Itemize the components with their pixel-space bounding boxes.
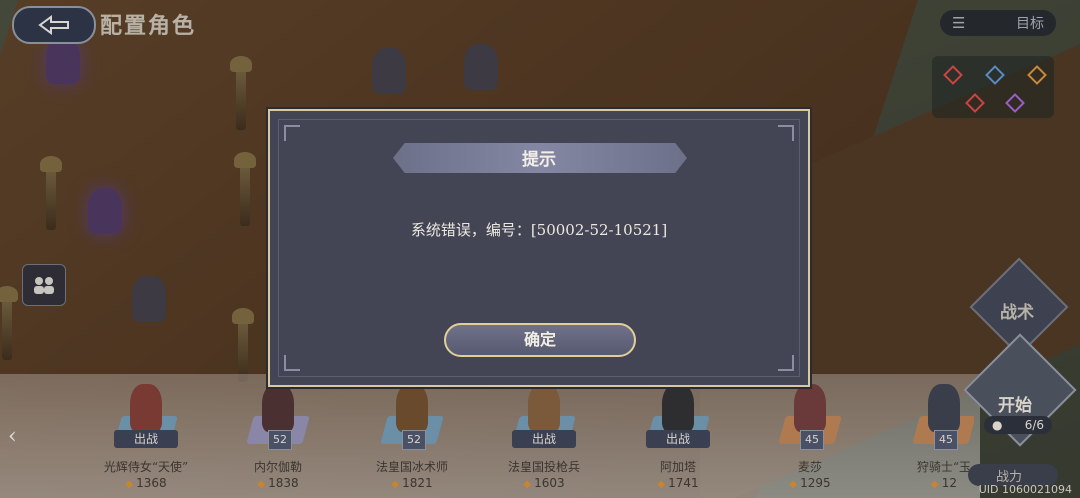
corner-ornament-icon — [778, 125, 794, 141]
target-button[interactable]: ☰ 目标 — [940, 10, 1056, 36]
character-power: 1603 — [484, 476, 604, 490]
deploy-badge: 出战 — [512, 430, 576, 448]
back-button[interactable] — [12, 6, 96, 44]
enemy-marker-icon — [943, 65, 963, 85]
character-sprite — [262, 384, 294, 432]
character-sprite — [396, 384, 428, 432]
character-name: 内尔伽勒 — [253, 460, 302, 474]
deploy-badge: 出战 — [646, 430, 710, 448]
roster-card[interactable]: 出战 光辉侍女“天使” 1368 — [86, 380, 206, 492]
corner-ornament-icon — [284, 125, 300, 141]
squad-button[interactable] — [22, 264, 66, 306]
roster-card[interactable]: 45 麦莎 1295 — [750, 380, 870, 492]
character-sprite — [528, 384, 560, 432]
character-sprite — [662, 384, 694, 432]
deploy-count-value: 6/6 — [1024, 418, 1044, 432]
minimap[interactable] — [932, 56, 1054, 118]
enemy-marker-icon — [1005, 93, 1025, 113]
character-power: 1821 — [352, 476, 472, 490]
character-power: 1368 — [86, 476, 206, 490]
roster-card[interactable]: 出战 阿加塔 1741 — [618, 380, 738, 492]
deploy-count: ● 6/6 — [984, 416, 1052, 434]
level-badge: 45 — [800, 430, 824, 450]
deploy-badge: 出战 — [114, 430, 178, 448]
start-label: 开始 — [998, 396, 1032, 416]
level-badge: 45 — [934, 430, 958, 450]
person-icon: ● — [992, 418, 1003, 432]
roster-card[interactable]: 52 内尔伽勒 1838 — [218, 380, 338, 492]
list-icon: ☰ — [952, 14, 966, 32]
tactic-label: 战术 — [1000, 303, 1034, 323]
roster-card[interactable]: 52 法皇国冰术师 1821 — [352, 380, 472, 492]
character-sprite — [130, 384, 162, 432]
target-label: 目标 — [1016, 16, 1044, 32]
dialog-message: 系统错误，编号：[50002-52-10521] — [410, 221, 668, 239]
character-name: 阿加塔 — [659, 460, 696, 474]
character-power: 1838 — [218, 476, 338, 490]
roster-card[interactable]: 45 狩骑士“玉 12 — [884, 380, 974, 492]
dialog-title: 提示 — [522, 150, 556, 170]
power-label: 战力 — [996, 469, 1023, 485]
ally-marker-icon — [985, 65, 1005, 85]
chevron-left-icon[interactable]: ‹ — [8, 424, 17, 449]
character-name: 法皇国投枪兵 — [507, 460, 580, 474]
roster-card[interactable]: 出战 法皇国投枪兵 1603 — [484, 380, 604, 492]
user-id: UID 1060021094 — [978, 483, 1072, 496]
enemy-marker-icon — [965, 93, 985, 113]
character-name: 法皇国冰术师 — [375, 460, 448, 474]
back-arrow-icon — [38, 15, 69, 35]
character-name: 光辉侍女“天使” — [103, 460, 189, 474]
error-dialog: 提示 系统错误，编号：[50002-52-10521] 确定 — [268, 109, 810, 387]
objective-marker-icon — [1027, 65, 1047, 85]
character-power: 1741 — [618, 476, 738, 490]
corner-ornament-icon — [284, 355, 300, 371]
level-badge: 52 — [268, 430, 292, 450]
character-sprite — [928, 384, 960, 432]
character-power: 1295 — [750, 476, 870, 490]
page-title: 配置角色 — [100, 13, 197, 39]
character-name: 狩骑士“玉 — [916, 460, 972, 474]
level-badge: 52 — [402, 430, 426, 450]
team-icon — [34, 277, 54, 294]
corner-ornament-icon — [778, 355, 794, 371]
character-name: 麦莎 — [797, 460, 822, 474]
character-sprite — [794, 384, 826, 432]
confirm-button[interactable]: 确定 — [444, 323, 636, 357]
character-power: 12 — [884, 476, 974, 490]
